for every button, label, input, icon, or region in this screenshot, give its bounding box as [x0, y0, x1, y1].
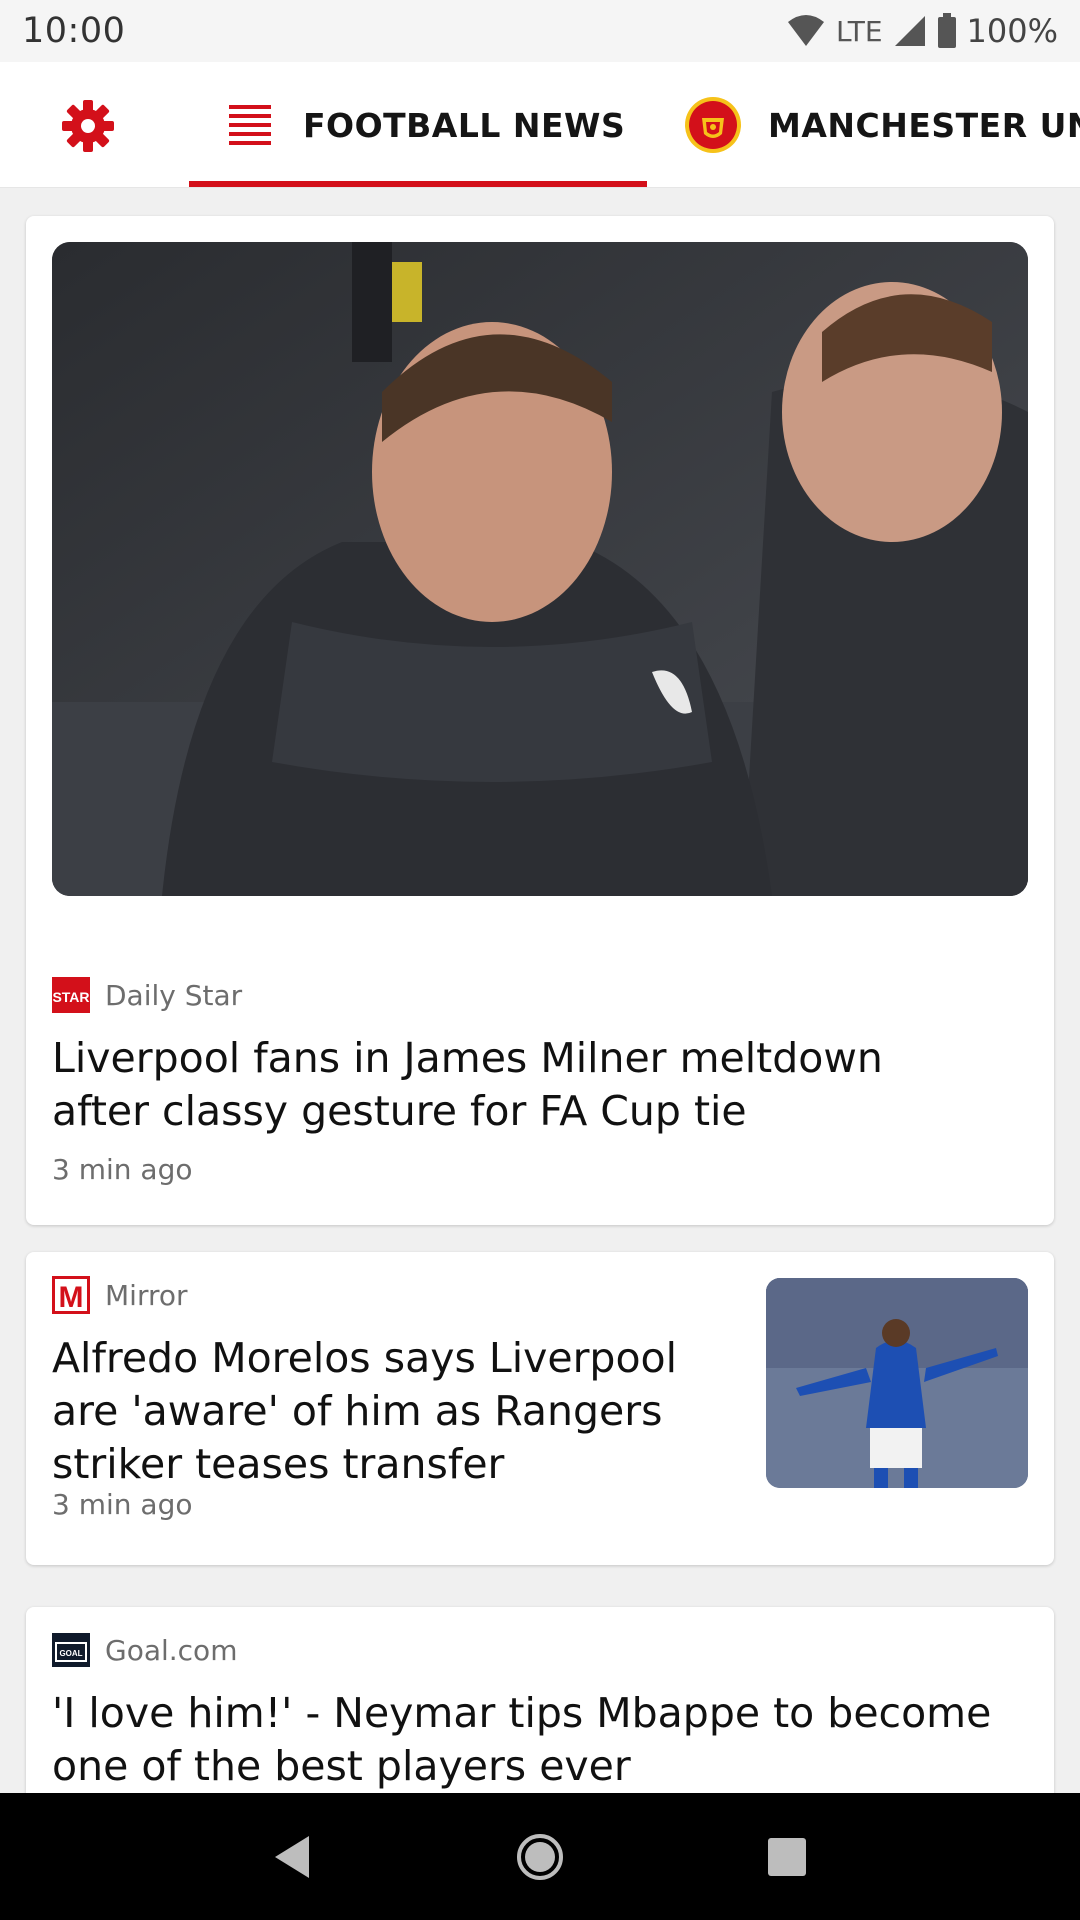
headline-line: are 'aware' of him as Rangers: [52, 1387, 663, 1435]
article-headline[interactable]: 'I love him!' - Neymar tips Mbappe to be…: [52, 1687, 991, 1793]
article-time: 3 min ago: [52, 1488, 193, 1521]
headline-line: after classy gesture for FA Cup tie: [52, 1087, 747, 1135]
article-hero-image: [52, 242, 1028, 896]
settings-button[interactable]: [60, 98, 116, 154]
headline-line: Alfredo Morelos says Liverpool: [52, 1334, 678, 1382]
status-bar: 10:00 LTE 100%: [0, 0, 1080, 62]
article-headline[interactable]: Liverpool fans in James Milner meltdown …: [52, 1032, 883, 1138]
svg-text:GOAL: GOAL: [59, 1649, 82, 1658]
headline-line: Liverpool fans in James Milner meltdown: [52, 1034, 883, 1082]
article-thumbnail: [766, 1278, 1028, 1488]
network-label: LTE: [835, 14, 883, 48]
article-source: STAR Daily Star: [52, 976, 242, 1014]
status-icons: LTE 100%: [786, 12, 1058, 50]
svg-text:M: M: [59, 1281, 84, 1314]
headline-line: one of the best players ever: [52, 1742, 631, 1790]
manchester-united-crest-icon: [685, 97, 741, 153]
status-time: 10:00: [22, 11, 126, 51]
source-name: Mirror: [105, 1278, 188, 1312]
system-nav-bar: [0, 1793, 1080, 1920]
article-time: 3 min ago: [52, 1153, 193, 1186]
article-card[interactable]: STAR Daily Star Liverpool fans in James …: [26, 216, 1054, 1225]
article-headline[interactable]: Alfredo Morelos says Liverpool are 'awar…: [52, 1332, 677, 1491]
active-tab-indicator: [189, 181, 647, 187]
battery-level: 100%: [966, 12, 1058, 50]
tab-manchester-united-label: MANCHESTER UN: [768, 105, 1080, 145]
mirror-logo-icon: M: [52, 1276, 90, 1314]
source-name: Daily Star: [105, 978, 243, 1012]
source-name: Goal.com: [105, 1633, 238, 1667]
list-icon: [229, 105, 271, 145]
gear-icon: [62, 100, 114, 152]
home-icon: [516, 1833, 563, 1880]
goal-logo-icon: GOAL: [52, 1631, 90, 1669]
article-source: GOAL Goal.com: [52, 1631, 237, 1669]
headline-line: 'I love him!' - Neymar tips Mbappe to be…: [52, 1689, 992, 1737]
svg-text:STAR: STAR: [52, 989, 89, 1005]
back-button[interactable]: [253, 1817, 333, 1897]
signal-icon: [894, 16, 925, 46]
news-feed[interactable]: STAR Daily Star Liverpool fans in James …: [0, 188, 1080, 1793]
recents-button[interactable]: [747, 1817, 827, 1897]
daily-star-logo-icon: STAR: [52, 976, 90, 1014]
headline-line: striker teases transfer: [52, 1440, 505, 1488]
home-button[interactable]: [500, 1817, 580, 1897]
battery-icon: [937, 13, 956, 48]
wifi-icon: [787, 15, 824, 46]
tab-manchester-united[interactable]: MANCHESTER UN: [684, 62, 1080, 187]
recents-icon: [767, 1837, 806, 1876]
tab-bar: FOOTBALL NEWS MANCHESTER UN: [0, 62, 1080, 188]
tab-football-news-label: FOOTBALL NEWS: [303, 105, 626, 145]
back-icon: [275, 1835, 310, 1878]
tab-football-news[interactable]: FOOTBALL NEWS: [189, 62, 647, 187]
article-card[interactable]: M Mirror Alfredo Morelos says Liverpool …: [26, 1252, 1054, 1565]
article-card[interactable]: GOAL Goal.com 'I love him!' - Neymar tip…: [26, 1607, 1054, 1793]
article-source: M Mirror: [52, 1276, 188, 1314]
